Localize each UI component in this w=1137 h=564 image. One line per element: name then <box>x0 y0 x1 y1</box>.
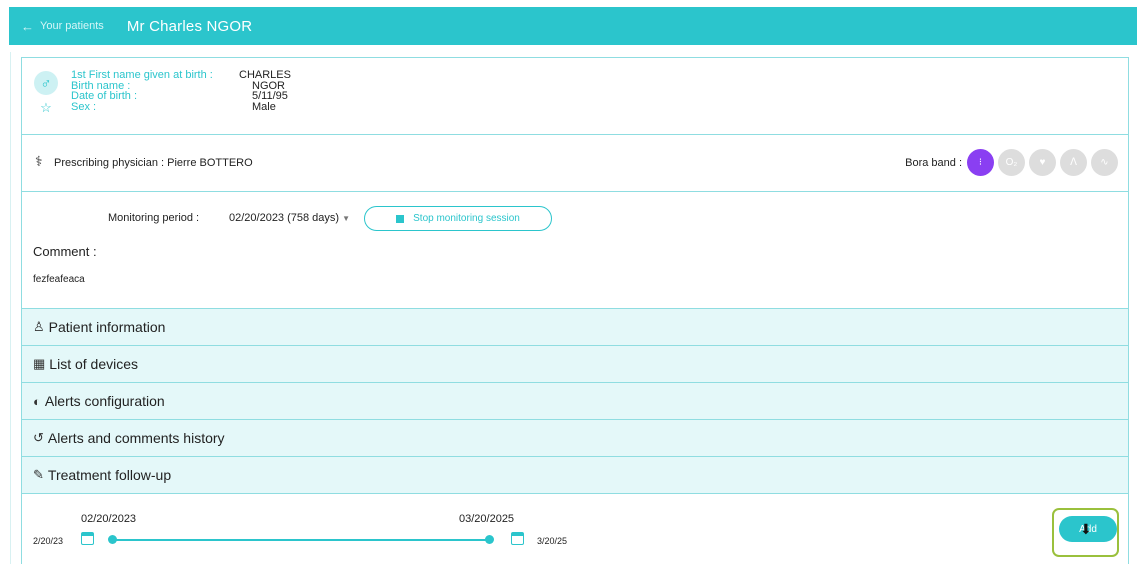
treatment-timeline: 02/20/2023 03/20/2025 2/20/23 3/20/25 Ad… <box>21 494 1129 564</box>
stop-square-icon <box>396 214 405 223</box>
pulse-icon[interactable]: ∿ <box>1091 149 1118 176</box>
timeline-start-date: 02/20/2023 <box>81 513 137 525</box>
devices-icon: ▦ <box>33 356 46 371</box>
timeline-end-date: 03/20/2025 <box>459 513 515 525</box>
section-label: Treatment follow-up <box>47 467 172 483</box>
star-icon[interactable]: ☆ <box>34 100 58 116</box>
identity-values: CHARLES NGOR 5/11/95 Male <box>239 70 291 112</box>
stethoscope-icon: ⚕ <box>35 153 43 169</box>
page-title: Mr Charles NGOR <box>126 17 253 35</box>
first-name-label: 1st First name given at birth : <box>71 69 213 81</box>
section-alerts-configuration[interactable]: ◐ Alerts configuration <box>21 383 1129 420</box>
identity-card: ♂ ☆ 1st First name given at birth : Birt… <box>21 57 1129 135</box>
monitoring-period-value: 02/20/2023 (758 days) <box>229 212 340 224</box>
comment-text: fezfeafeaca <box>33 274 85 285</box>
comment-label: Comment : <box>33 244 97 259</box>
section-treatment-follow-up[interactable]: ✎ Treatment follow-up <box>21 457 1129 494</box>
heart-icon[interactable]: ♥ <box>1029 149 1056 176</box>
timeline-slider-track[interactable] <box>111 539 492 541</box>
lungs-icon[interactable]: ᐱ <box>1060 149 1087 176</box>
prescribing-physician: Prescribing physician : Pierre BOTTERO <box>54 157 253 169</box>
date-of-birth-value: 5/11/95 <box>252 90 288 102</box>
edit-note-icon: ✎ <box>33 467 44 482</box>
monitoring-period-label: Monitoring period : <box>108 212 200 224</box>
mouse-cursor-icon: ⬇ <box>1080 521 1092 537</box>
section-alerts-history[interactable]: ↺ Alerts and comments history <box>21 420 1129 457</box>
stop-monitoring-button[interactable]: Stop monitoring session <box>364 206 552 231</box>
back-label: Your patients <box>40 20 104 32</box>
pill-icon[interactable]: ⁝ <box>967 149 994 176</box>
section-label: Patient information <box>48 319 166 335</box>
monitoring-card: Monitoring period : 02/20/2023 (758 days… <box>21 192 1129 309</box>
timeline-end-short: 3/20/25 <box>537 536 568 546</box>
stop-monitoring-label: Stop monitoring session <box>413 213 520 224</box>
left-divider <box>10 52 11 564</box>
sex-label: Sex : <box>71 100 97 113</box>
section-patient-information[interactable]: ♙ Patient information <box>21 309 1129 346</box>
first-name-value: CHARLES <box>239 69 291 81</box>
sex-value: Male <box>252 100 276 113</box>
bora-band-icons: ⁝ O₂ ♥ ᐱ ∿ <box>967 149 1118 176</box>
section-label: List of devices <box>49 356 139 372</box>
caret-down-icon: ▼ <box>342 214 351 223</box>
section-label: Alerts and comments history <box>47 430 225 446</box>
top-bar: ← Your patients Mr Charles NGOR <box>9 7 1137 45</box>
section-list-of-devices[interactable]: ▦ List of devices <box>21 346 1129 383</box>
toggle-icon: ◐ <box>33 393 41 409</box>
history-icon: ↺ <box>33 430 44 445</box>
section-label: Alerts configuration <box>44 393 165 409</box>
timeline-end-handle[interactable] <box>485 535 494 544</box>
oxygen-icon[interactable]: O₂ <box>998 149 1025 176</box>
calendar-icon[interactable] <box>511 532 524 545</box>
monitoring-period-select[interactable]: 02/20/2023 (758 days) ▼ <box>229 212 350 224</box>
back-to-patients-link[interactable]: ← Your patients <box>21 19 104 34</box>
identity-labels: 1st First name given at birth : Birth na… <box>71 70 213 112</box>
calendar-icon[interactable] <box>81 532 94 545</box>
person-icon: ♙ <box>33 319 45 334</box>
bora-band-label: Bora band : <box>905 157 962 169</box>
physician-card: ⚕ Prescribing physician : Pierre BOTTERO… <box>21 135 1129 192</box>
timeline-start-handle[interactable] <box>108 535 117 544</box>
male-icon: ♂ <box>34 71 58 95</box>
arrow-left-icon: ← <box>21 18 34 34</box>
timeline-start-short: 2/20/23 <box>33 536 64 546</box>
date-of-birth-label: Date of birth : <box>71 90 138 102</box>
